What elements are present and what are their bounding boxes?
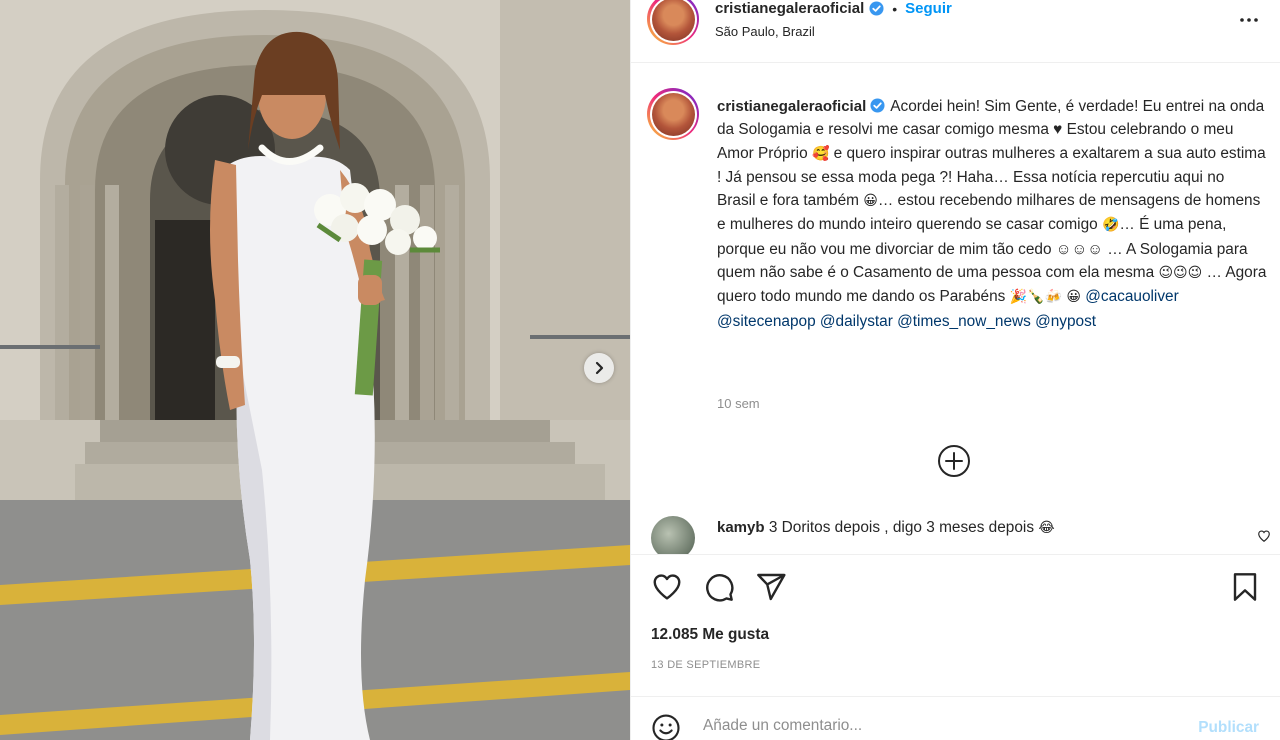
follow-button[interactable]: Seguir: [905, 0, 952, 17]
save-button[interactable]: [1229, 571, 1261, 608]
more-icon: [1240, 18, 1258, 22]
mention-link[interactable]: @sitecenapop: [717, 313, 816, 330]
next-photo-button[interactable]: [584, 353, 614, 383]
verified-icon: [869, 1, 884, 16]
publish-button[interactable]: Publicar: [1198, 719, 1259, 737]
separator-dot: •: [892, 0, 898, 17]
author-username[interactable]: cristianegaleraoficial: [715, 0, 864, 17]
post-photo-illustration: [0, 0, 630, 740]
verified-icon: [870, 98, 885, 113]
author-avatar[interactable]: [647, 0, 699, 45]
share-button[interactable]: [755, 571, 787, 608]
comment-item: kamyb 3 Doritos depois , digo 3 meses de…: [651, 516, 1271, 554]
comment-button[interactable]: [703, 571, 735, 608]
comments-area[interactable]: cristianegaleraoficial Acordei hein! Sim …: [631, 64, 1280, 554]
mention-link[interactable]: @times_now_news: [897, 313, 1031, 330]
caption-username[interactable]: cristianegaleraoficial: [717, 98, 866, 115]
like-button[interactable]: [651, 571, 683, 608]
heart-icon: [1258, 530, 1270, 542]
emoji-picker-button[interactable]: [651, 713, 681, 740]
caption-timestamp[interactable]: 10 sem: [717, 396, 760, 411]
post-location[interactable]: São Paulo, Brazil: [715, 24, 815, 39]
load-more-icon: [938, 445, 970, 477]
comment-body: kamyb 3 Doritos depois , digo 3 meses de…: [717, 519, 1055, 537]
caption-emoji: 🥰: [811, 145, 830, 162]
smile-icon: [652, 714, 680, 740]
share-icon: [757, 573, 786, 601]
commenter-username[interactable]: kamyb: [717, 519, 765, 536]
load-more-comments-button[interactable]: [937, 444, 971, 478]
next-arrow-icon: [595, 361, 604, 375]
more-options-button[interactable]: [1239, 10, 1259, 35]
header-user-line: cristianegaleraoficial • Seguir: [715, 0, 952, 17]
add-comment-bar: Publicar: [631, 696, 1280, 740]
comment-icon: [706, 574, 734, 602]
commenter-avatar[interactable]: [651, 516, 695, 554]
post-date[interactable]: 13 de septiembre: [651, 659, 760, 671]
caption-emoji: 😀: [863, 193, 878, 210]
mention-link[interactable]: @nypost: [1035, 313, 1096, 330]
mention-link[interactable]: @dailystar: [820, 313, 893, 330]
caption-emoji: 🤣: [1101, 217, 1120, 234]
caption-emoji: 🎉🍾🍻 😀: [1009, 289, 1081, 306]
post-sidebar: cristianegaleraoficial • Seguir São Paul…: [630, 0, 1280, 740]
save-icon: [1233, 573, 1257, 601]
post-caption: cristianegaleraoficial Acordei hein! Sim …: [717, 95, 1267, 333]
post-header: cristianegaleraoficial • Seguir São Paul…: [631, 0, 1280, 63]
heart-icon: [653, 574, 681, 600]
comment-text: 3 Doritos depois , digo 3 meses depois: [768, 519, 1035, 536]
caption-emoji: 😉😉😉: [1158, 265, 1203, 282]
likes-count[interactable]: 12.085 Me gusta: [651, 626, 769, 644]
post-actions: 12.085 Me gusta 13 de septiembre: [631, 554, 1280, 702]
caption-author-avatar[interactable]: [647, 88, 699, 140]
comment-emoji: 😂: [1038, 520, 1055, 536]
comment-like-button[interactable]: [1257, 529, 1271, 548]
comment-input[interactable]: [703, 717, 1163, 735]
post-photo[interactable]: [0, 0, 630, 740]
mention-link[interactable]: @cacauoliver: [1085, 288, 1178, 305]
